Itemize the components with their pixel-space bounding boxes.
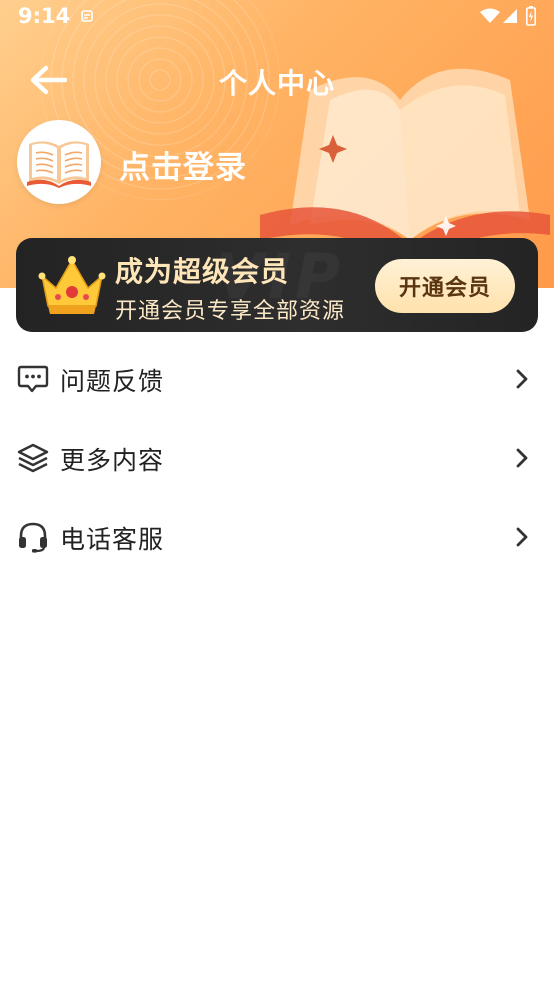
open-book-icon xyxy=(27,141,91,188)
menu-item-phone-support[interactable]: 电话客服 xyxy=(0,498,554,577)
crown-icon xyxy=(38,256,106,314)
page-title: 个人中心 xyxy=(218,67,335,100)
layers-icon xyxy=(16,441,50,475)
status-time: 9:14 xyxy=(18,4,71,28)
notification-icon xyxy=(81,10,93,22)
battery-icon xyxy=(526,6,536,26)
headset-icon xyxy=(16,520,50,554)
menu-item-feedback[interactable]: 问题反馈 xyxy=(0,340,554,419)
chevron-right-icon xyxy=(516,527,528,547)
chevron-right-icon xyxy=(516,369,528,389)
status-bar: 9:14 xyxy=(0,0,554,34)
wifi-icon xyxy=(480,8,500,23)
menu-item-label: 更多内容 xyxy=(60,446,165,475)
avatar[interactable] xyxy=(17,120,101,204)
menu-item-more-content[interactable]: 更多内容 xyxy=(0,419,554,498)
vip-card: VIP 成为超级会员 开通会员专享全部资源 开通会员 xyxy=(16,238,538,332)
open-membership-button[interactable]: 开通会员 xyxy=(375,259,515,313)
chevron-right-icon xyxy=(516,448,528,468)
vip-title: 成为超级会员 xyxy=(115,255,290,288)
menu-list: 问题反馈 更多内容 电话客服 xyxy=(0,340,554,577)
menu-item-label: 问题反馈 xyxy=(60,367,165,396)
signal-icon xyxy=(503,9,517,23)
vip-subtitle: 开通会员专享全部资源 xyxy=(115,299,346,324)
chat-bubble-icon xyxy=(16,362,50,396)
menu-item-label: 电话客服 xyxy=(60,525,165,554)
login-link[interactable]: 点击登录 xyxy=(119,142,247,187)
